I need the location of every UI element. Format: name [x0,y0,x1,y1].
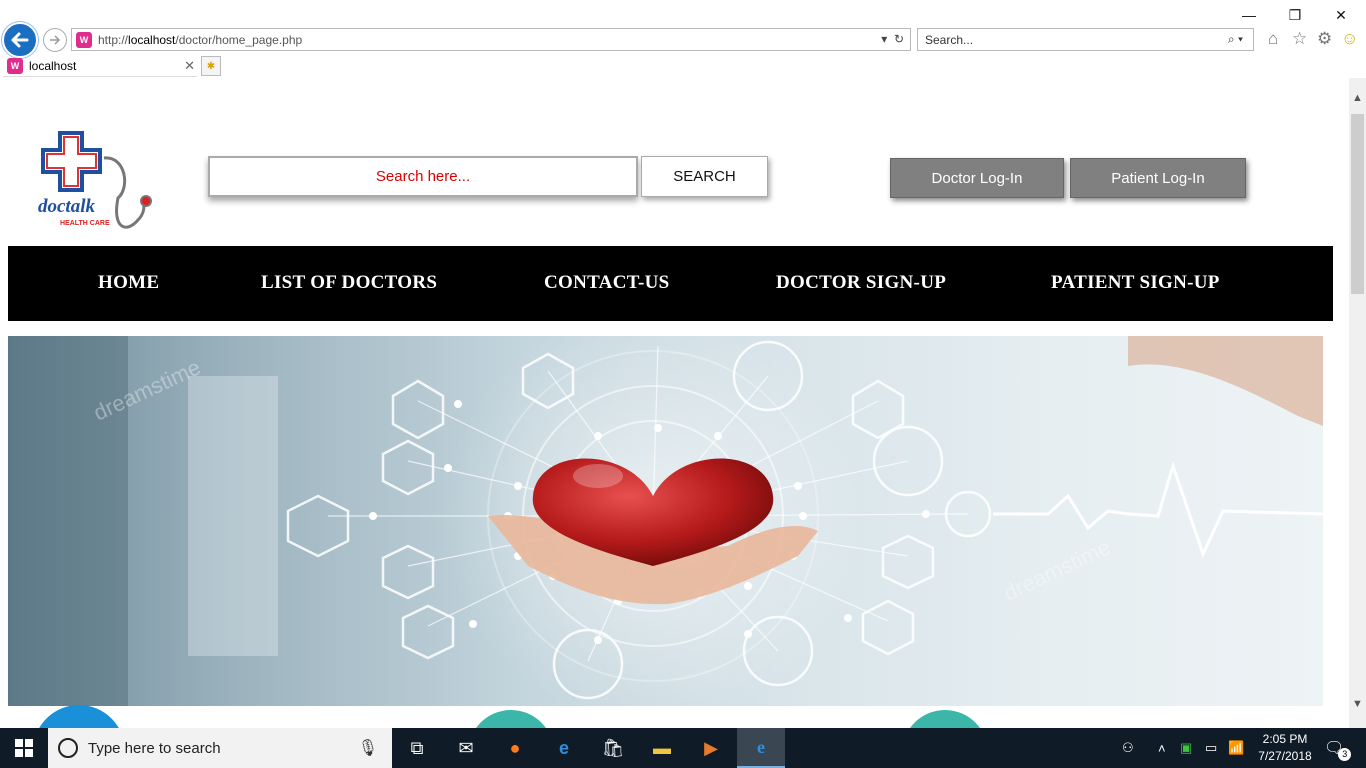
taskbar-search-input[interactable]: Type here to search 🎙 [48,728,392,768]
web-page: doctalk HEALTH CARE Search here... SEARC… [0,78,1349,728]
nav-patient-signup[interactable]: PATIENT SIGN-UP [1051,272,1220,294]
arrow-left-icon [11,32,29,48]
start-button[interactable] [0,728,48,768]
back-button[interactable] [2,22,38,58]
medical-network-illustration: dreamstime dreamstime [8,336,1323,706]
nav-contact-us[interactable]: CONTACT-US [544,272,669,294]
new-tab-button[interactable]: ✱ [201,56,221,76]
refresh-icon[interactable]: ↻ [894,32,904,46]
scroll-up-icon[interactable]: ▲ [1352,92,1363,104]
taskbar-clock[interactable]: 2:05 PM 7/27/2018 [1250,731,1320,765]
firefox-icon[interactable]: ● [491,728,539,768]
site-favicon-icon: W [76,31,92,48]
gear-icon[interactable]: ⚙ [1317,29,1332,49]
feature-circle-teal [468,710,554,728]
browser-search-placeholder: Search... [925,32,974,47]
site-search-button[interactable]: SEARCH [641,156,768,197]
close-window-button[interactable]: ✕ [1318,4,1364,26]
site-search-input[interactable]: Search here... [208,156,638,197]
browser-tab[interactable]: W localhost ✕ [3,55,197,77]
action-center-icon[interactable]: 🗨 3 [1324,728,1352,768]
favorites-star-icon[interactable]: ☆ [1292,29,1307,49]
home-icon[interactable]: ⌂ [1268,29,1278,49]
cortana-icon [58,738,78,758]
address-tools: ▾ ↻ [881,32,904,46]
arrow-right-icon [50,35,61,45]
main-nav: HOME LIST OF DOCTORS CONTACT-US DOCTOR S… [8,246,1333,321]
tab-favicon-icon: W [7,57,23,74]
task-view-icon[interactable]: ⧉ [393,728,441,768]
forward-button[interactable] [43,28,67,52]
mail-icon[interactable]: ✉ [442,728,490,768]
battery-icon[interactable]: ▭ [1205,728,1217,768]
hero-watermark-2: dreamstime [1000,534,1115,605]
tray-overflow-chevron-icon[interactable]: ˄ [1158,728,1166,768]
browser-chrome: — ❐ ✕ W http:// localhost /doctor/home_p… [0,0,1366,78]
nav-doctor-signup[interactable]: DOCTOR SIGN-UP [776,272,946,294]
people-icon[interactable]: ⚇ [1122,728,1134,768]
hero-banner-image: dreamstime dreamstime [8,336,1323,706]
smiley-feedback-icon[interactable]: ☺ [1341,29,1358,49]
nav-list-of-doctors[interactable]: LIST OF DOCTORS [261,272,437,294]
notification-count-badge: 3 [1338,747,1352,761]
microphone-icon[interactable]: 🎙 [358,738,378,758]
site-logo[interactable]: doctalk HEALTH CARE [38,128,158,238]
browser-search-input[interactable]: Search... ⌕ ▾ [917,28,1254,51]
wifi-icon[interactable]: 📶 [1228,728,1244,768]
feature-circle-blue [33,705,125,728]
close-tab-icon[interactable]: ✕ [184,58,195,74]
url-host: localhost [128,32,176,47]
windows-taskbar: Type here to search 🎙 ⧉ ✉ ● e 🛍 ▬ ▶ e ⚇ … [0,728,1366,768]
tab-title: localhost [29,58,77,73]
doctor-login-button[interactable]: Doctor Log-In [890,158,1064,198]
taskbar-search-placeholder: Type here to search [88,739,221,757]
site-search-placeholder: Search here... [375,168,471,185]
internet-explorer-icon[interactable]: e [737,728,785,768]
scroll-down-icon[interactable]: ▼ [1352,698,1363,710]
url-path: /doctor/home_page.php [175,32,303,47]
file-explorer-icon[interactable]: ▬ [638,728,686,768]
minimize-button[interactable]: — [1226,4,1272,26]
patient-login-button[interactable]: Patient Log-In [1070,158,1246,198]
edge-icon[interactable]: e [540,728,588,768]
dropdown-arrow-icon[interactable]: ▾ [881,32,887,46]
feature-circle-teal-2 [902,710,988,728]
clock-time: 2:05 PM [1262,732,1308,746]
scrollbar-thumb[interactable] [1351,114,1364,294]
nav-home[interactable]: HOME [98,272,159,294]
store-icon[interactable]: 🛍 [589,728,637,768]
tray-app-icon[interactable]: ▣ [1180,728,1192,768]
windows-logo-icon [15,739,33,757]
vertical-scrollbar[interactable]: ▲ ▼ [1349,78,1366,728]
logo-text: doctalk [38,196,95,217]
url-prefix: http:// [98,32,129,47]
clock-date: 7/27/2018 [1258,749,1312,763]
logo-subtext: HEALTH CARE [60,220,110,227]
search-icon[interactable]: ⌕ ▾ [1228,32,1243,47]
media-player-icon[interactable]: ▶ [687,728,735,768]
maximize-button[interactable]: ❐ [1272,4,1318,26]
address-bar[interactable]: W http:// localhost /doctor/home_page.ph… [71,28,911,51]
